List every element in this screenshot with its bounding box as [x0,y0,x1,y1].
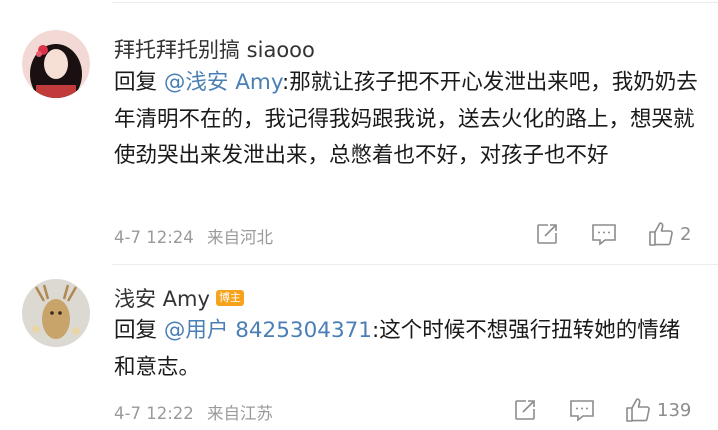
username-text: 拜托拜托别搞 siaooo [114,38,315,62]
comment-button[interactable] [591,222,617,246]
like-icon [649,222,673,246]
share-button[interactable] [535,222,559,246]
share-icon [515,400,535,420]
mention-link[interactable]: @浅安 Amy [164,70,282,95]
comment-meta: 4-7 12:24 来自河北 [114,224,273,248]
reply-prefix: 回复 [114,70,158,95]
comment-meta: 4-7 12:22 来自江苏 [114,400,273,424]
like-count: 2 [680,223,692,245]
timestamp: 4-7 12:24 [114,228,194,247]
comment-body: 回复 @用户 8425304371:这个时候不想强行扭转她的情绪和意志。 [114,313,698,386]
location: 来自江苏 [207,404,273,423]
comment-icon [592,224,616,246]
username[interactable]: 拜托拜托别搞 siaooo [114,34,315,64]
like-count: 139 [657,399,692,421]
comment-item: 浅安 Amy 博主 回复 @用户 8425304371:这个时候不想强行扭转她的情… [0,264,718,430]
avatar[interactable] [22,30,90,98]
like-button[interactable]: 2 [648,221,691,247]
comment-thread: 拜托拜托别搞 siaooo 回复 @浅安 Amy:那就让孩子把不开心发泄出来吧，… [0,0,718,430]
timestamp: 4-7 12:22 [114,404,194,423]
author-badge: 博主 [215,290,244,306]
mention-link[interactable]: @用户 8425304371 [164,318,372,343]
reply-prefix: 回复 [114,318,158,343]
comment-item: 拜托拜托别搞 siaooo 回复 @浅安 Amy:那就让孩子把不开心发泄出来吧，… [0,0,718,262]
share-button[interactable] [513,398,537,422]
comment-body: 回复 @浅安 Amy:那就让孩子把不开心发泄出来吧，我奶奶去年清明不在的，我记得… [114,65,698,175]
avatar[interactable] [22,279,90,347]
username[interactable]: 浅安 Amy 博主 [114,283,244,313]
like-icon [626,398,650,422]
like-button[interactable]: 139 [625,397,691,423]
location: 来自河北 [207,228,273,247]
comment-icon [570,400,594,422]
comment-button[interactable] [569,398,595,422]
username-text: 浅安 Amy [114,287,210,311]
share-icon [537,224,557,244]
